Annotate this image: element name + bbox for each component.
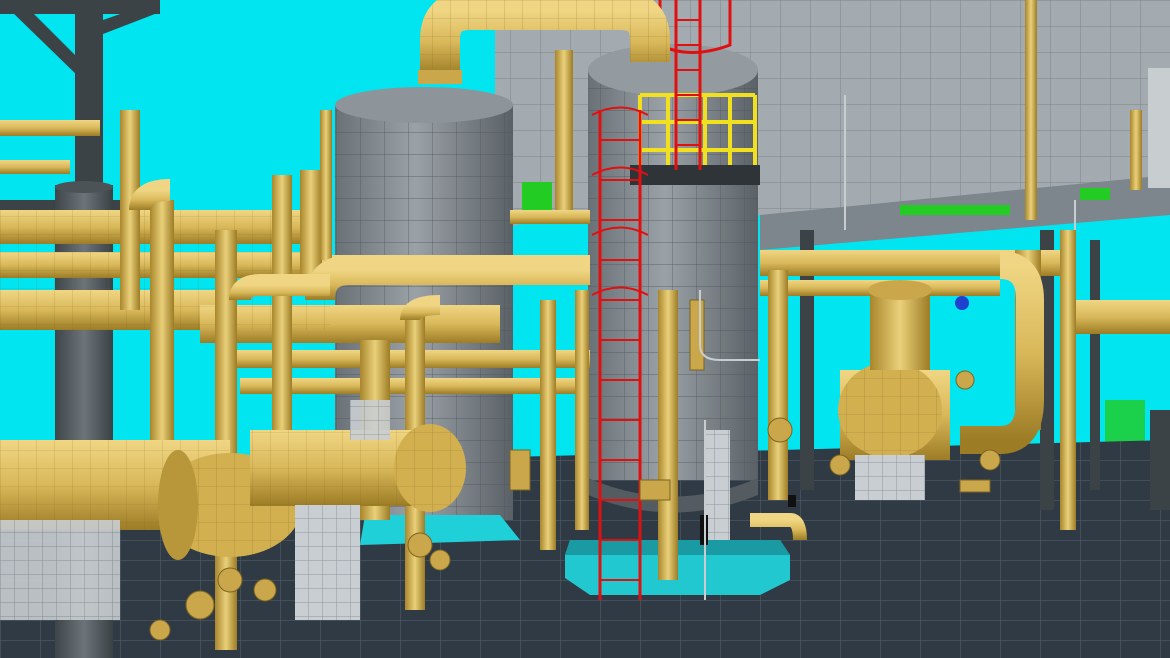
blue-fitting	[955, 296, 969, 310]
plant-model-render	[0, 0, 1170, 658]
black-fittings	[788, 495, 796, 507]
